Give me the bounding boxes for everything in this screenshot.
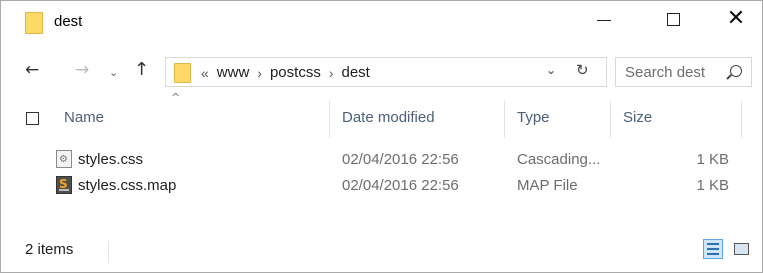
file-name: styles.css [78,151,144,168]
column-divider[interactable] [329,100,330,138]
forward-button[interactable]: → [75,59,89,81]
back-button[interactable]: ← [25,59,39,81]
status-divider [108,241,109,263]
minimize-button[interactable] [581,1,627,37]
file-type: Cascading... [517,151,601,168]
column-date-modified[interactable]: Date modified [342,109,435,126]
column-header: ^ Name Date modified Type Size [1,91,762,141]
column-type[interactable]: Type [517,109,550,126]
up-button[interactable]: ↑ [134,59,149,81]
address-dropdown-icon[interactable]: ⌄ [546,63,556,77]
file-size: 1 KB [696,151,729,168]
recent-locations-chevron-icon[interactable]: ⌄ [109,62,118,84]
explorer-window: dest ✕ ← → ⌄ ↑ « www › postcss › dest ⌄ [0,0,763,273]
search-icon[interactable] [730,65,742,77]
column-divider[interactable] [504,100,505,138]
column-divider[interactable] [741,100,742,138]
css-file-icon: ⚙ [56,150,72,168]
folder-icon [25,12,43,34]
file-row[interactable]: ⚙ styles.css 02/04/2016 22:56 Cascading.… [1,147,762,173]
sort-ascending-icon: ^ [171,91,181,104]
breadcrumb-item-www[interactable]: www [217,64,250,81]
folder-icon [174,63,191,83]
title-bar[interactable]: dest ✕ [1,1,762,41]
refresh-icon[interactable]: ↻ [576,61,589,79]
maximize-icon [666,12,680,26]
search-input[interactable]: Search dest [625,64,705,81]
breadcrumb-overflow[interactable]: « [201,65,209,81]
file-type: MAP File [517,177,578,194]
large-icons-view-icon[interactable] [732,239,752,259]
file-name: styles.css.map [78,177,177,194]
map-file-icon: S [56,176,72,194]
maximize-button[interactable] [650,1,696,37]
breadcrumb-item-dest[interactable]: dest [342,64,370,81]
file-date: 02/04/2016 22:56 [342,177,459,194]
breadcrumb-item-postcss[interactable]: postcss [270,64,321,81]
breadcrumb: « www › postcss › dest [201,64,370,81]
close-button[interactable]: ✕ [713,1,759,37]
column-size[interactable]: Size [623,109,652,126]
file-list: ⚙ styles.css 02/04/2016 22:56 Cascading.… [1,147,762,199]
status-bar: 2 items [1,235,762,267]
file-row[interactable]: S styles.css.map 02/04/2016 22:56 MAP Fi… [1,173,762,199]
column-name[interactable]: Name [64,109,104,126]
search-box[interactable]: Search dest [615,57,752,87]
window-title: dest [54,13,83,30]
details-view-icon[interactable] [703,239,723,259]
navigation-bar: ← → ⌄ ↑ « www › postcss › dest ⌄ ↻ Searc… [1,53,762,91]
file-size: 1 KB [696,177,729,194]
breadcrumb-separator[interactable]: › [329,65,334,81]
file-date: 02/04/2016 22:56 [342,151,459,168]
select-all-checkbox[interactable] [26,112,39,125]
close-icon: ✕ [726,6,746,31]
breadcrumb-separator[interactable]: › [257,65,262,81]
item-count: 2 items [25,241,74,258]
address-bar[interactable]: « www › postcss › dest ⌄ ↻ [165,57,607,87]
minimize-icon [597,19,611,21]
column-divider[interactable] [610,100,611,138]
